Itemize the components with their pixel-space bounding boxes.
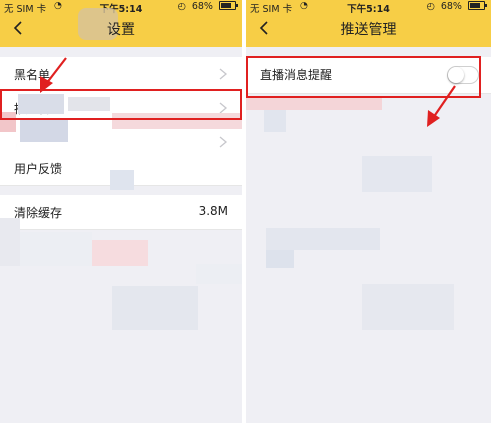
mosaic-block — [362, 284, 454, 330]
nav-bar: 无 SIM 卡 ◔ 下午5:14 ◴ 68% 推送管理 — [246, 0, 491, 47]
settings-item-label: 清除缓存 — [14, 206, 63, 220]
mosaic-block — [266, 228, 380, 250]
highlight-box-push-management — [0, 89, 242, 120]
cache-size-value: 3.8M — [198, 204, 228, 218]
page-title: 推送管理 — [340, 22, 397, 38]
chevron-right-icon — [219, 68, 228, 80]
mosaic-block — [20, 232, 92, 266]
settings-item-label: 用户反馈 — [14, 162, 63, 176]
page-title: 设置 — [107, 22, 135, 38]
chevron-right-icon — [219, 136, 228, 148]
mosaic-block — [92, 240, 148, 266]
mosaic-block — [246, 96, 382, 110]
battery-percent: 68% — [440, 1, 462, 12]
nav-bar: 无 SIM 卡 ◔ 下午5:14 ◴ 68% 设置 — [0, 0, 242, 47]
mosaic-block — [264, 110, 286, 132]
mosaic-block — [110, 170, 134, 190]
status-bar: 无 SIM 卡 ◔ 下午5:14 ◴ 68% — [0, 0, 242, 15]
mosaic-block — [196, 264, 242, 284]
highlight-box-live-reminder — [246, 56, 481, 98]
settings-item-blacklist[interactable]: 黑名单 — [0, 57, 242, 92]
settings-item-clear-cache[interactable]: 清除缓存 3.8M — [0, 195, 242, 230]
mosaic-block — [362, 156, 432, 192]
battery-status: ◴ 68% — [426, 1, 487, 12]
status-bar: 无 SIM 卡 ◔ 下午5:14 ◴ 68% — [246, 0, 491, 15]
mosaic-block — [266, 250, 294, 268]
battery-percent: 68% — [191, 1, 213, 12]
battery-icon — [219, 1, 238, 10]
alarm-icon: ◴ — [177, 1, 186, 12]
mosaic-block — [112, 286, 198, 330]
settings-screen: 无 SIM 卡 ◔ 下午5:14 ◴ 68% 设置 黑名单 推送管理 用户反馈 … — [0, 0, 242, 423]
battery-status: ◴ 68% — [177, 1, 238, 12]
alarm-icon: ◴ — [426, 1, 435, 12]
settings-item-label: 黑名单 — [14, 68, 51, 82]
mosaic-block — [20, 118, 68, 142]
mosaic-block — [0, 218, 20, 266]
battery-icon — [468, 1, 487, 10]
